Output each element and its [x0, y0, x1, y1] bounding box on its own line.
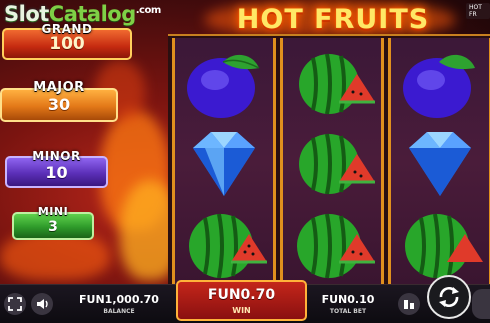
watermelon-symbol: [175, 204, 273, 282]
reel-3: [388, 38, 490, 284]
watermelon-symbol: [283, 44, 381, 122]
win-label: WIN: [232, 306, 251, 315]
jackpot-mini: MINI 3: [12, 205, 94, 240]
sound-button[interactable]: [31, 293, 53, 315]
total-bet-label: TOTAL BET: [329, 308, 367, 315]
jackpot-major-name: MAJOR: [33, 80, 85, 95]
watermelon-symbol: [283, 204, 381, 282]
watermelon-symbol: [283, 124, 381, 202]
corner-tag: HOT FR: [466, 3, 490, 19]
coin-stack-icon: [404, 300, 414, 309]
total-bet-value: FUN0.10: [321, 293, 375, 306]
jackpot-grand: GRAND 100: [2, 22, 132, 60]
game-title: HOT FRUITS: [236, 4, 430, 35]
win-value: FUN0.70: [207, 287, 276, 303]
reel-1: [172, 38, 276, 284]
jackpot-grand-value: 100: [49, 34, 85, 54]
watermelon-symbol: [391, 204, 489, 282]
jackpot-minor-name: MINOR: [32, 149, 81, 163]
jackpot-mini-name: MINI: [37, 205, 69, 218]
jackpot-mini-value: 3: [48, 219, 58, 235]
fullscreen-icon: [8, 297, 22, 311]
reel-2: [280, 38, 384, 284]
diamond-symbol: [391, 124, 489, 202]
spin-arrows-icon: [439, 286, 459, 308]
diamond-symbol: [175, 124, 273, 202]
brand-part-c: .com: [135, 5, 162, 16]
balance-value: FUN1,000.70: [79, 293, 159, 306]
reel-area: [168, 34, 490, 288]
spin-button[interactable]: [427, 275, 471, 319]
plum-symbol: [175, 44, 273, 122]
jackpot-minor-value: 10: [45, 163, 68, 182]
speaker-icon: [37, 299, 48, 309]
bet-settings-button[interactable]: [398, 293, 420, 315]
plum-symbol: [391, 44, 489, 122]
jackpot-major: MAJOR 30: [0, 80, 118, 122]
jackpot-minor: MINOR 10: [5, 149, 108, 188]
fullscreen-button[interactable]: [4, 293, 26, 315]
autoplay-button[interactable]: [472, 289, 490, 319]
jackpot-major-value: 30: [47, 95, 71, 114]
game-screen: SlotCatalog.com GRAND 100 MAJOR 30 MINOR…: [0, 0, 490, 323]
balance-label: BALANCE: [103, 308, 135, 315]
win-display: FUN0.70 WIN: [176, 280, 307, 321]
